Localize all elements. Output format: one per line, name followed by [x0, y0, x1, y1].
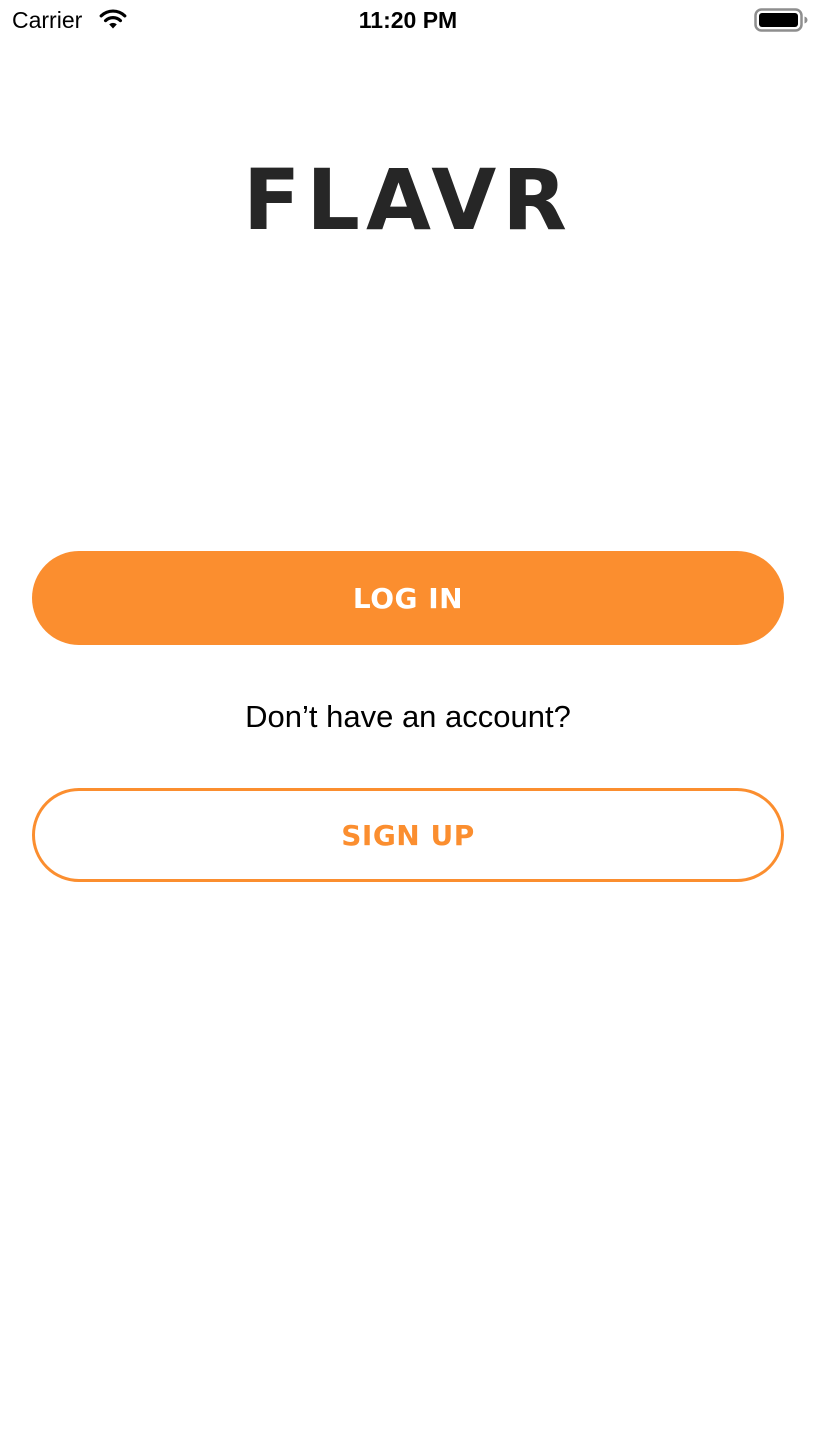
- no-account-prompt: Don’t have an account?: [245, 699, 571, 734]
- login-button[interactable]: LOG IN: [32, 551, 784, 645]
- status-bar: Carrier 11:20 PM: [0, 0, 816, 42]
- signup-button[interactable]: SIGN UP: [32, 788, 784, 882]
- battery-full-icon: [754, 8, 808, 32]
- status-time: 11:20 PM: [358, 7, 458, 33]
- app-logo: FLAVR: [243, 151, 573, 249]
- login-button-label: LOG IN: [352, 581, 464, 615]
- signup-button-label: SIGN UP: [341, 818, 475, 852]
